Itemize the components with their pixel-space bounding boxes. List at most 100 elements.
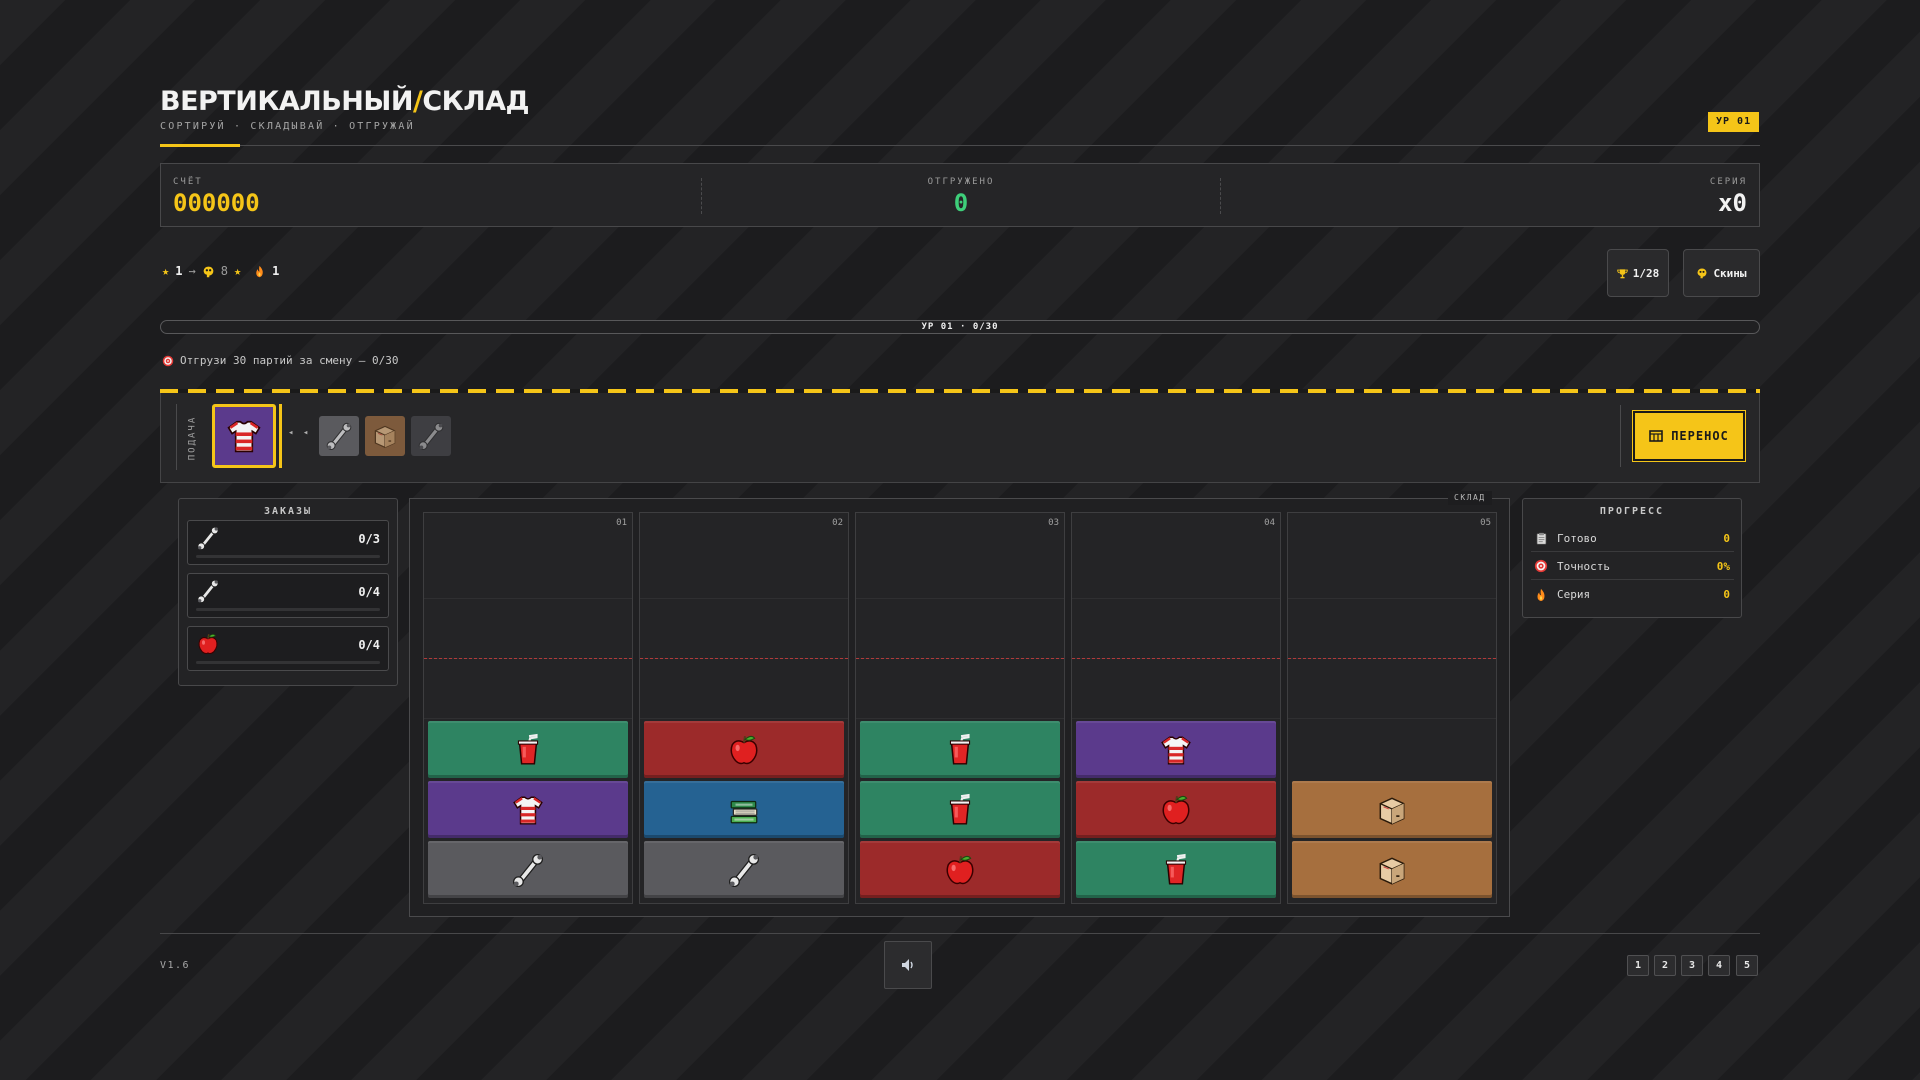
crate-box	[1292, 841, 1492, 898]
level-select-button-2[interactable]: 2	[1654, 955, 1676, 976]
transfer-button[interactable]: ПЕРЕНОС	[1632, 410, 1746, 462]
warehouse-column-3[interactable]: 03	[855, 512, 1065, 904]
queue-item	[365, 416, 405, 456]
score-block: СЧЁТ 000000	[173, 177, 260, 217]
progress-row-done: Готово 0	[1531, 525, 1734, 552]
clipboard-icon	[1535, 532, 1548, 545]
crate-shirt	[428, 781, 628, 838]
star-icon: ★	[233, 264, 242, 278]
skins-label: Скины	[1713, 266, 1747, 280]
crate-wrench	[428, 841, 628, 898]
crate-books	[644, 781, 844, 838]
crate-drink	[860, 721, 1060, 778]
trophies-button[interactable]: 1/28	[1607, 249, 1669, 297]
header-divider	[160, 145, 1760, 146]
progress-row-label: Готово	[1557, 531, 1597, 545]
header-accent-bar	[160, 144, 240, 147]
current-item-slot[interactable]	[212, 404, 276, 468]
transfer-divider	[1620, 405, 1621, 467]
crate-wrench	[644, 841, 844, 898]
warehouse-column-2[interactable]: 02	[639, 512, 849, 904]
flame-icon	[1534, 588, 1548, 602]
order-progress	[196, 555, 380, 558]
stars-count: 1	[175, 264, 183, 278]
column-number: 03	[1048, 518, 1059, 528]
apple-icon	[196, 632, 220, 656]
crate-icon	[1649, 430, 1664, 442]
level-select-button-3[interactable]: 3	[1681, 955, 1703, 976]
wrench-icon	[511, 853, 545, 887]
hazard-stripe	[160, 389, 1760, 393]
order-card: 0/3	[187, 520, 389, 565]
progress-row-label: Точность	[1557, 559, 1610, 573]
column-number: 01	[616, 518, 627, 528]
order-progress	[196, 608, 380, 611]
order-count: 0/4	[358, 585, 380, 599]
wrench-icon	[196, 579, 220, 603]
crate-box	[1292, 781, 1492, 838]
coins-count: 8	[220, 264, 228, 278]
level-badge: УР 01	[1708, 112, 1760, 132]
trophies-count: 1/28	[1632, 266, 1660, 280]
overflow-line	[1072, 658, 1280, 659]
score-label: СЧЁТ	[173, 177, 203, 187]
progress-row-label: Серия	[1557, 588, 1591, 601]
level-select-button-1[interactable]: 1	[1627, 955, 1649, 976]
warehouse-tag: СКЛАД	[1448, 491, 1492, 505]
progress-row-streak: Серия 0	[1531, 581, 1734, 608]
order-count: 0/3	[358, 532, 380, 546]
target-icon	[1534, 559, 1548, 573]
streak-label: СЕРИЯ	[1709, 177, 1747, 187]
crate-drink	[428, 721, 628, 778]
stats-row: ★ 1 → 8 ★ 1	[162, 264, 279, 278]
overflow-line	[640, 658, 848, 659]
warehouse-column-1[interactable]: 01	[423, 512, 633, 904]
current-item-marker	[279, 404, 282, 468]
shipped-block: ОТГРУЖЕНО 0	[901, 177, 1021, 217]
arrow-icon: →	[188, 264, 196, 278]
crate-apple	[644, 721, 844, 778]
drink-icon	[943, 733, 977, 767]
apple-icon	[727, 733, 761, 767]
column-number: 04	[1264, 518, 1275, 528]
transfer-label: ПЕРЕНОС	[1671, 429, 1729, 443]
drink-icon	[511, 733, 545, 767]
box-icon	[1375, 793, 1409, 827]
shipped-label: ОТГРУЖЕНО	[927, 177, 995, 187]
progress-row-value: 0%	[1716, 559, 1730, 573]
warehouse-column-4[interactable]: 04	[1071, 512, 1281, 904]
score-value: 000000	[173, 189, 260, 217]
overflow-line	[424, 658, 632, 659]
shirt-icon	[1159, 733, 1193, 767]
speaker-icon	[902, 959, 913, 971]
column-number: 05	[1480, 518, 1491, 528]
order-progress	[196, 661, 380, 664]
column-number: 02	[832, 518, 843, 528]
title-left: ВЕРТИКАЛЬНЫЙ	[160, 86, 413, 117]
feed-label: ПОДАЧА	[187, 415, 198, 461]
warehouse-column-5[interactable]: 05	[1287, 512, 1497, 904]
sound-toggle-button[interactable]	[884, 941, 932, 989]
score-separator	[1220, 178, 1221, 214]
drink-icon	[1159, 853, 1193, 887]
order-card: 0/4	[187, 573, 389, 618]
shirt-icon	[511, 793, 545, 827]
streak-block: СЕРИЯ x0	[1710, 177, 1747, 217]
feed-divider	[176, 404, 177, 470]
apple-icon	[1159, 793, 1193, 827]
level-select-button-5[interactable]: 5	[1736, 955, 1758, 976]
apple-icon	[943, 853, 977, 887]
overflow-line	[1288, 658, 1496, 659]
footer-divider	[160, 933, 1760, 934]
score-separator	[701, 178, 702, 214]
game-title: ВЕРТИКАЛЬНЫЙ/СКЛАД	[160, 86, 530, 117]
crate-drink	[860, 781, 1060, 838]
crate-drink	[1076, 841, 1276, 898]
crate-apple	[860, 841, 1060, 898]
progress-row-accuracy: Точность 0%	[1531, 553, 1734, 580]
skins-button[interactable]: Скины	[1683, 249, 1760, 297]
level-select-button-4[interactable]: 4	[1708, 955, 1730, 976]
overflow-line	[856, 658, 1064, 659]
flame-icon	[253, 265, 266, 278]
target-icon	[162, 355, 174, 367]
